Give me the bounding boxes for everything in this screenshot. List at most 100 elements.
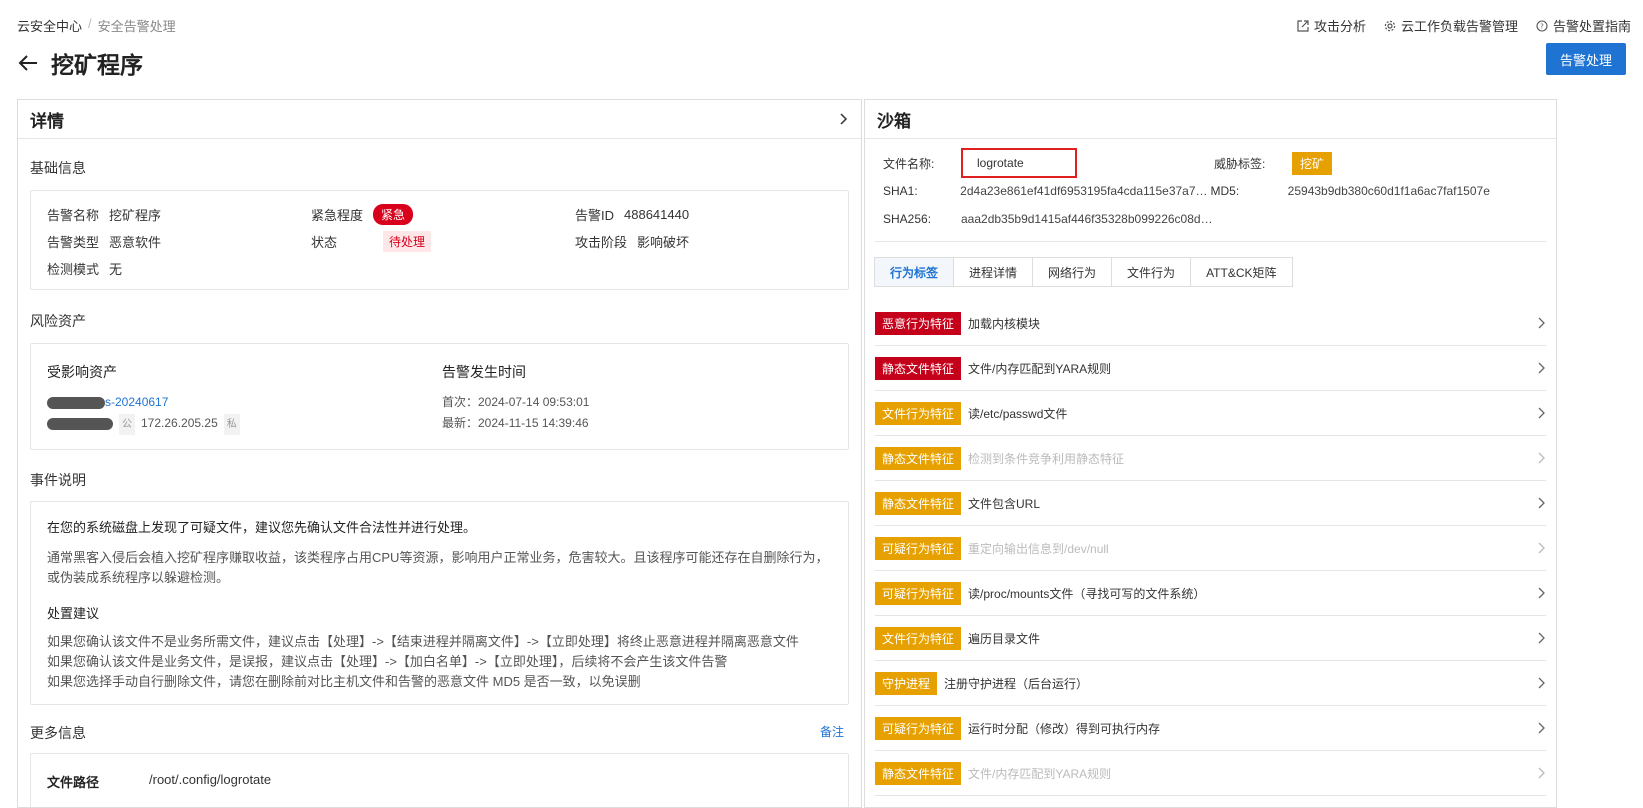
behavior-row[interactable]: 可疑行为特征 重定向输出信息到/dev/null: [875, 526, 1546, 571]
alert-name-field: 告警名称 挖矿程序: [47, 207, 311, 223]
attack-analysis-link[interactable]: 攻击分析: [1297, 16, 1366, 35]
behavior-row[interactable]: 静态文件特征 文件包含URL: [875, 481, 1546, 526]
tab-file-behavior[interactable]: 文件行为: [1111, 257, 1192, 287]
tab-network-behavior[interactable]: 网络行为: [1032, 257, 1113, 287]
detect-mode-field: 检测模式 无: [47, 261, 311, 277]
behavior-tag: 恶意行为特征: [875, 311, 962, 335]
risk-asset-title: 风险资产: [30, 313, 86, 329]
private-ip: 172.26.205.25: [141, 416, 218, 430]
behavior-row-content: 恶意行为特征 加载内核模块: [875, 311, 1040, 335]
svg-text:?: ?: [1540, 22, 1544, 30]
behavior-row[interactable]: 可疑行为特征 运行时分配（修改）得到可执行内存: [875, 706, 1546, 751]
event-desc-box: 在您的系统磁盘上发现了可疑文件，建议您先确认文件合法性并进行处理。 通常黑客入侵…: [30, 501, 849, 705]
risk-asset-box: 受影响资产 s-20240617 公 172.26.205.25 私 告警发生时间 …: [30, 343, 849, 450]
sandbox-tabs: 行为标签 进程详情 网络行为 文件行为 ATT&CK矩阵: [874, 257, 1556, 287]
behavior-row-content: 可疑行为特征 读/proc/mounts文件（寻找可写的文件系统）: [875, 581, 1205, 605]
behavior-row[interactable]: 守护进程 注册守护进程（后台运行）: [875, 661, 1546, 706]
sandbox-panel: 沙箱 文件名称: logrotate 威胁标签: 挖矿 SHA1: 2d4a23…: [864, 99, 1557, 808]
more-info-title: 更多信息: [30, 725, 86, 741]
gear-icon: [1384, 20, 1396, 31]
behavior-row-content: 可疑行为特征 重定向输出信息到/dev/null: [875, 536, 1109, 560]
chevron-right-icon[interactable]: [1536, 452, 1546, 464]
breadcrumb-root[interactable]: 云安全中心: [17, 16, 82, 35]
help-circle-icon: ?: [1536, 19, 1548, 32]
title-row: 挖矿程序: [17, 46, 143, 80]
private-ip-tag: 私: [223, 414, 240, 435]
behavior-row-content: 文件行为特征 遍历目录文件: [875, 626, 1040, 650]
sandbox-panel-title: 沙箱: [877, 111, 911, 131]
behavior-row[interactable]: 静态文件特征 文件/内存匹配到YARA规则: [875, 751, 1546, 796]
advice-title: 处置建议: [47, 606, 100, 621]
alert-id-field: 告警ID 488641440: [575, 207, 832, 223]
file-name-value: logrotate: [961, 148, 1077, 178]
field-label: 紧急程度: [311, 207, 364, 223]
behavior-row-content: 守护进程 注册守护进程（后台运行）: [875, 671, 1089, 695]
basic-info-title: 基础信息: [30, 160, 86, 176]
urgency-field: 紧急程度 紧急: [311, 203, 575, 225]
field-label: 检测模式: [47, 261, 100, 277]
chevron-right-icon[interactable]: [1536, 632, 1546, 644]
sandbox-file-info: 文件名称: logrotate 威胁标签: 挖矿 SHA1: 2d4a23e86…: [865, 139, 1556, 233]
chevron-right-icon[interactable]: [1536, 542, 1546, 554]
chevron-right-icon[interactable]: [1536, 677, 1546, 689]
behavior-desc: 注册守护进程（后台运行）: [944, 676, 1089, 691]
chevron-right-icon[interactable]: [1536, 407, 1546, 419]
behavior-tag: 可疑行为特征: [875, 536, 962, 560]
behavior-row[interactable]: 静态文件特征 文件/内存匹配到YARA规则: [875, 346, 1546, 391]
advice-line-3: 如果您选择手动自行删除文件，请您在删除前对比主机文件和告警的恶意文件 MD5 是…: [47, 674, 641, 689]
behavior-desc: 检测到条件竞争利用静态特征: [968, 451, 1125, 466]
field-value: 影响破坏: [637, 234, 690, 250]
breadcrumb-separator: /: [88, 16, 92, 31]
behavior-row-content: 静态文件特征 文件/内存匹配到YARA规则: [875, 761, 1111, 785]
behavior-row[interactable]: 静态文件特征 检测到条件竞争利用静态特征: [875, 436, 1546, 481]
sandbox-panel-header: 沙箱: [865, 100, 1556, 139]
behavior-row-content: 可疑行为特征 运行时分配（修改）得到可执行内存: [875, 716, 1161, 740]
alert-time-col: 告警发生时间 首次：2024-07-14 09:53:01 最新：2024-11…: [442, 362, 832, 435]
behavior-row[interactable]: 可疑行为特征 读/proc/mounts文件（寻找可写的文件系统）: [875, 571, 1546, 616]
behavior-tag: 文件行为特征: [875, 401, 962, 425]
first-time: 首次：2024-07-14 09:53:01: [442, 395, 590, 409]
threat-tag: 挖矿: [1292, 151, 1333, 175]
behavior-tag: 可疑行为特征: [875, 716, 962, 740]
affected-asset-title: 受影响资产: [47, 364, 117, 380]
sha256-row: SHA256: aaa2db35b9d1415af446f35328b09922…: [883, 205, 1538, 233]
chevron-right-icon[interactable]: [837, 113, 849, 125]
alert-type-field: 告警类型 恶意软件: [47, 234, 311, 250]
behavior-row[interactable]: 恶意行为特征 加载内核模块: [875, 301, 1546, 346]
alert-time-title: 告警发生时间: [442, 364, 526, 380]
chevron-right-icon[interactable]: [1536, 362, 1546, 374]
details-panel-title: 详情: [30, 111, 64, 131]
alert-guide-link[interactable]: ? 告警处置指南: [1536, 16, 1631, 35]
chevron-right-icon[interactable]: [1536, 497, 1546, 509]
handle-alert-button[interactable]: 告警处理: [1546, 43, 1626, 75]
threat-label: 威胁标签:: [1214, 156, 1266, 171]
sandbox-divider: [875, 241, 1546, 242]
details-panel: 详情 基础信息 告警名称 挖矿程序 紧急程度 紧急 告警ID 488641440…: [17, 99, 862, 808]
chevron-right-icon[interactable]: [1536, 767, 1546, 779]
advice-line-2: 如果您确认该文件是业务文件，是误报，建议点击【处理】->【加白名单】->【立即处…: [47, 654, 728, 669]
sha1-row: SHA1: 2d4a23e861ef41df6953195fa4cda115e3…: [883, 177, 1538, 205]
file-path-row: 文件路径 /root/.config/logrotate: [47, 772, 832, 791]
note-link[interactable]: 备注: [820, 723, 844, 743]
behavior-desc: 读/etc/passwd文件: [968, 406, 1068, 421]
chevron-right-icon[interactable]: [1536, 722, 1546, 734]
file-path-label: 文件路径: [47, 775, 100, 790]
tab-process-details[interactable]: 进程详情: [953, 257, 1034, 287]
back-arrow-icon[interactable]: [17, 52, 39, 74]
event-description: 通常黑客入侵后会植入挖矿程序赚取收益，该类程序占用CPU等资源，影响用户正常业务…: [47, 550, 829, 585]
chevron-right-icon[interactable]: [1536, 587, 1546, 599]
event-desc-title: 事件说明: [30, 472, 86, 488]
asset-name-link[interactable]: s-20240617: [105, 395, 168, 409]
asset-ip-line: 公 172.26.205.25 私: [47, 413, 442, 435]
chevron-right-icon[interactable]: [1536, 317, 1546, 329]
workload-alert-mgmt-link[interactable]: 云工作负载告警管理: [1384, 16, 1518, 35]
behavior-row-content: 静态文件特征 文件包含URL: [875, 491, 1040, 515]
behavior-tag: 静态文件特征: [875, 491, 962, 515]
behavior-row[interactable]: 文件行为特征 遍历目录文件: [875, 616, 1546, 661]
tab-attck-matrix[interactable]: ATT&CK矩阵: [1190, 257, 1293, 287]
behavior-desc: 运行时分配（修改）得到可执行内存: [968, 721, 1161, 736]
behavior-row[interactable]: 文件行为特征 读/etc/passwd文件: [875, 391, 1546, 436]
field-value: 无: [109, 261, 123, 277]
tab-behavior-tags[interactable]: 行为标签: [874, 257, 955, 287]
breadcrumb: 云安全中心 / 安全告警处理: [17, 16, 176, 35]
